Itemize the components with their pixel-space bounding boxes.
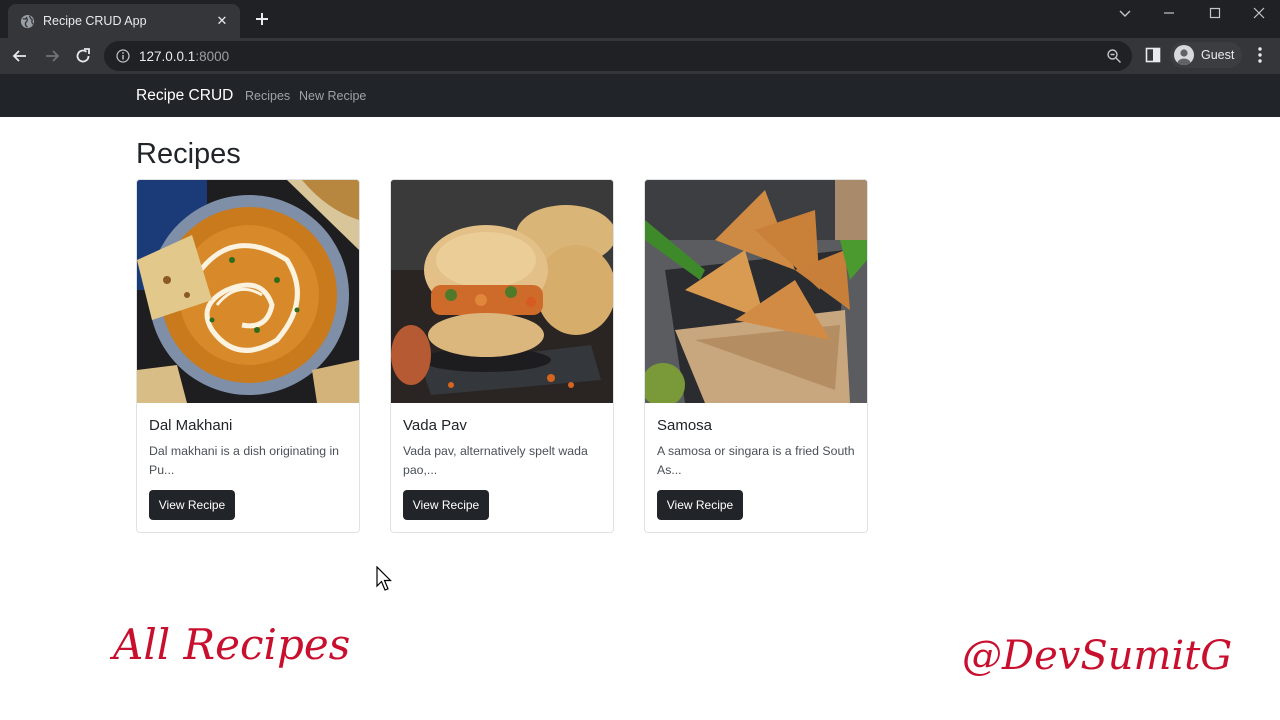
browser-tab-strip: Recipe CRUD App ✕ [0, 0, 1280, 38]
browser-toolbar: 127.0.0.1:8000 [0, 38, 1280, 74]
recipe-description: Dal makhani is a dish originating in Pu.… [149, 444, 340, 477]
tab-title: Recipe CRUD App [43, 14, 147, 28]
url-port: :8000 [195, 48, 230, 64]
recipe-card-dal-makhani: Dal Makhani Dal makhani is a dish origin… [136, 179, 360, 533]
caption-all-recipes: All Recipes [113, 620, 351, 669]
profile-button[interactable]: Guest [1170, 42, 1242, 68]
address-bar[interactable]: 127.0.0.1:8000 [104, 41, 1132, 71]
reload-icon[interactable] [73, 46, 93, 66]
maximize-icon[interactable] [1192, 0, 1238, 26]
profile-label: Guest [1201, 48, 1235, 62]
dal-makhani-image [137, 180, 359, 403]
caption-author-handle: @DevSumitG [962, 633, 1233, 679]
recipe-card-vada-pav: Vada Pav Vada pav, alternatively spelt w… [390, 179, 614, 533]
avatar [1174, 45, 1194, 65]
navbar-brand[interactable]: Recipe CRUD [136, 87, 233, 105]
view-recipe-button[interactable]: View Recipe [657, 490, 743, 520]
site-info-icon[interactable] [116, 49, 130, 63]
tab-search-icon[interactable] [1102, 0, 1148, 26]
recipe-description: A samosa or singara is a fried South As.… [657, 444, 855, 477]
person-icon [1177, 49, 1191, 65]
nav-link-recipes[interactable]: Recipes [245, 89, 290, 103]
site-navbar: Recipe CRUD Recipes New Recipe [0, 74, 1280, 117]
minimize-icon[interactable] [1146, 0, 1192, 26]
close-tab-icon[interactable]: ✕ [214, 13, 230, 29]
page-title: Recipes [136, 138, 241, 170]
view-recipe-button[interactable]: View Recipe [403, 490, 489, 520]
side-panel-icon[interactable] [1145, 47, 1161, 63]
recipe-title: Dal Makhani [149, 417, 233, 434]
recipe-description: Vada pav, alternatively spelt wada pao,.… [403, 444, 588, 477]
view-recipe-button[interactable]: View Recipe [149, 490, 235, 520]
vada-pav-image [391, 180, 613, 403]
back-arrow-icon[interactable] [10, 46, 30, 66]
url-host: 127.0.0.1 [139, 48, 196, 64]
nav-link-new-recipe[interactable]: New Recipe [299, 89, 366, 103]
recipe-title: Samosa [657, 417, 713, 434]
browser-tab[interactable]: Recipe CRUD App ✕ [8, 4, 240, 38]
zoom-icon[interactable] [1106, 48, 1122, 64]
recipe-title: Vada Pav [403, 417, 467, 434]
globe-icon [20, 14, 35, 28]
more-menu-icon[interactable] [1252, 46, 1268, 64]
mouse-cursor-icon [376, 566, 392, 591]
close-window-icon[interactable] [1236, 0, 1280, 26]
new-tab-icon[interactable] [252, 9, 272, 29]
forward-arrow-icon[interactable] [42, 46, 62, 66]
samosa-image [645, 180, 867, 403]
recipe-card-samosa: Samosa A samosa or singara is a fried So… [644, 179, 868, 533]
